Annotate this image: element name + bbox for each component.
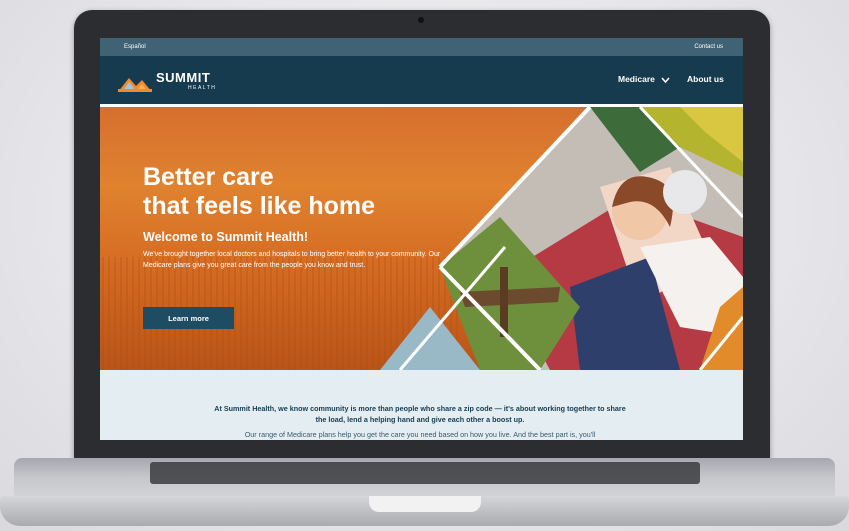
logo-name: SUMMIT (156, 70, 211, 85)
camera-icon (418, 17, 424, 23)
nav-about[interactable]: About us (687, 74, 724, 84)
utility-bar: Español Contact us (100, 38, 743, 56)
language-link[interactable]: Español (124, 44, 146, 50)
learn-more-button[interactable]: Learn more (143, 307, 234, 329)
hero-section: Better care that feels like home Welcome… (100, 107, 743, 370)
photo-collage (380, 107, 743, 370)
intro-text-secondary: Our range of Medicare plans help you get… (244, 430, 596, 439)
logo[interactable]: SUMMIT HEALTH (118, 70, 238, 94)
main-nav: SUMMIT HEALTH Medicare About us (100, 56, 743, 107)
intro-section: At Summit Health, we know community is m… (100, 370, 743, 440)
laptop-notch (369, 496, 481, 512)
mountain-logo-icon (118, 78, 152, 92)
logo-sub: HEALTH (188, 85, 217, 91)
laptop-screen: Español Contact us SUMMIT HEALTH Medicar… (100, 38, 743, 440)
nav-medicare[interactable]: Medicare (618, 74, 670, 84)
nav-medicare-label: Medicare (618, 74, 655, 84)
contact-link[interactable]: Contact us (694, 44, 723, 50)
intro-text: At Summit Health, we know community is m… (214, 404, 626, 424)
chevron-down-icon (661, 77, 670, 83)
hero-welcome: Welcome to Summit Health! (143, 230, 309, 244)
keyboard-keys (150, 462, 700, 484)
